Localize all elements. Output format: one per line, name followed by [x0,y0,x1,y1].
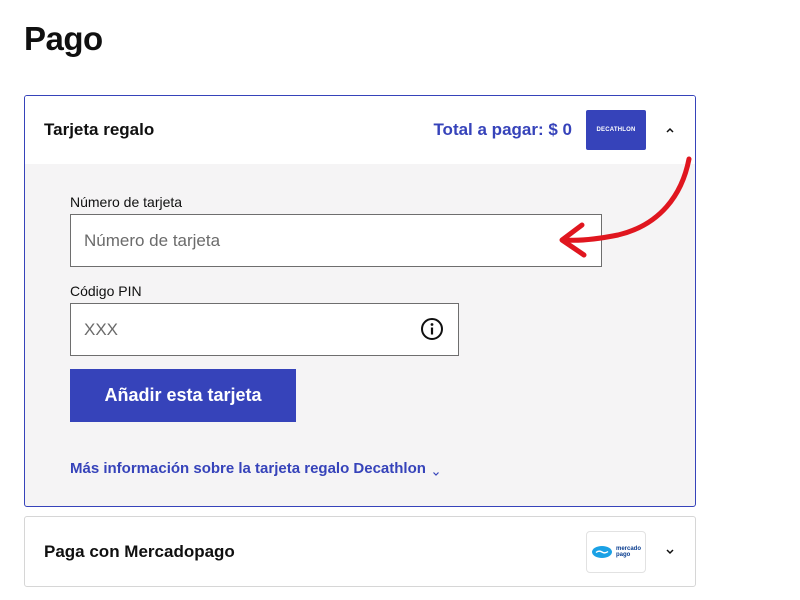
gift-card-panel: Tarjeta regalo Total a pagar: $ 0 DECATH… [24,95,696,507]
handshake-icon [591,545,612,558]
decathlon-logo-text: DECATHLON [596,127,636,133]
decathlon-logo: DECATHLON [586,110,646,150]
card-number-label: Número de tarjeta [70,194,183,210]
more-info-link[interactable]: Más información sobre la tarjeta regalo … [70,460,440,477]
mercadopago-title: Paga con Mercadopago [44,541,235,561]
gift-card-panel-header[interactable]: Tarjeta regalo Total a pagar: $ 0 DECATH… [25,96,695,164]
payment-page: Pago Tarjeta regalo Total a pagar: $ 0 D… [0,0,800,600]
gift-card-title: Tarjeta regalo [44,120,155,139]
add-card-button[interactable]: Añadir esta tarjeta [70,369,296,422]
pin-label: Código PIN [70,283,142,299]
mercadopago-logo-text: mercado pago [615,545,641,558]
pin-input[interactable] [71,304,401,355]
info-icon[interactable] [420,317,444,341]
more-info-text: Más información sobre la tarjeta regalo … [70,460,426,477]
mercadopago-panel[interactable]: Paga con Mercadopago mercado pago [24,516,696,587]
mercadopago-logo: mercado pago [586,530,646,573]
chevron-down-icon[interactable] [664,546,676,558]
chevron-up-icon[interactable] [664,124,676,136]
pin-field [70,303,459,356]
page-title: Pago [24,20,103,57]
chevron-down-icon [432,465,440,476]
card-number-input[interactable] [70,214,602,267]
total-to-pay: Total a pagar: $ 0 [433,120,572,139]
